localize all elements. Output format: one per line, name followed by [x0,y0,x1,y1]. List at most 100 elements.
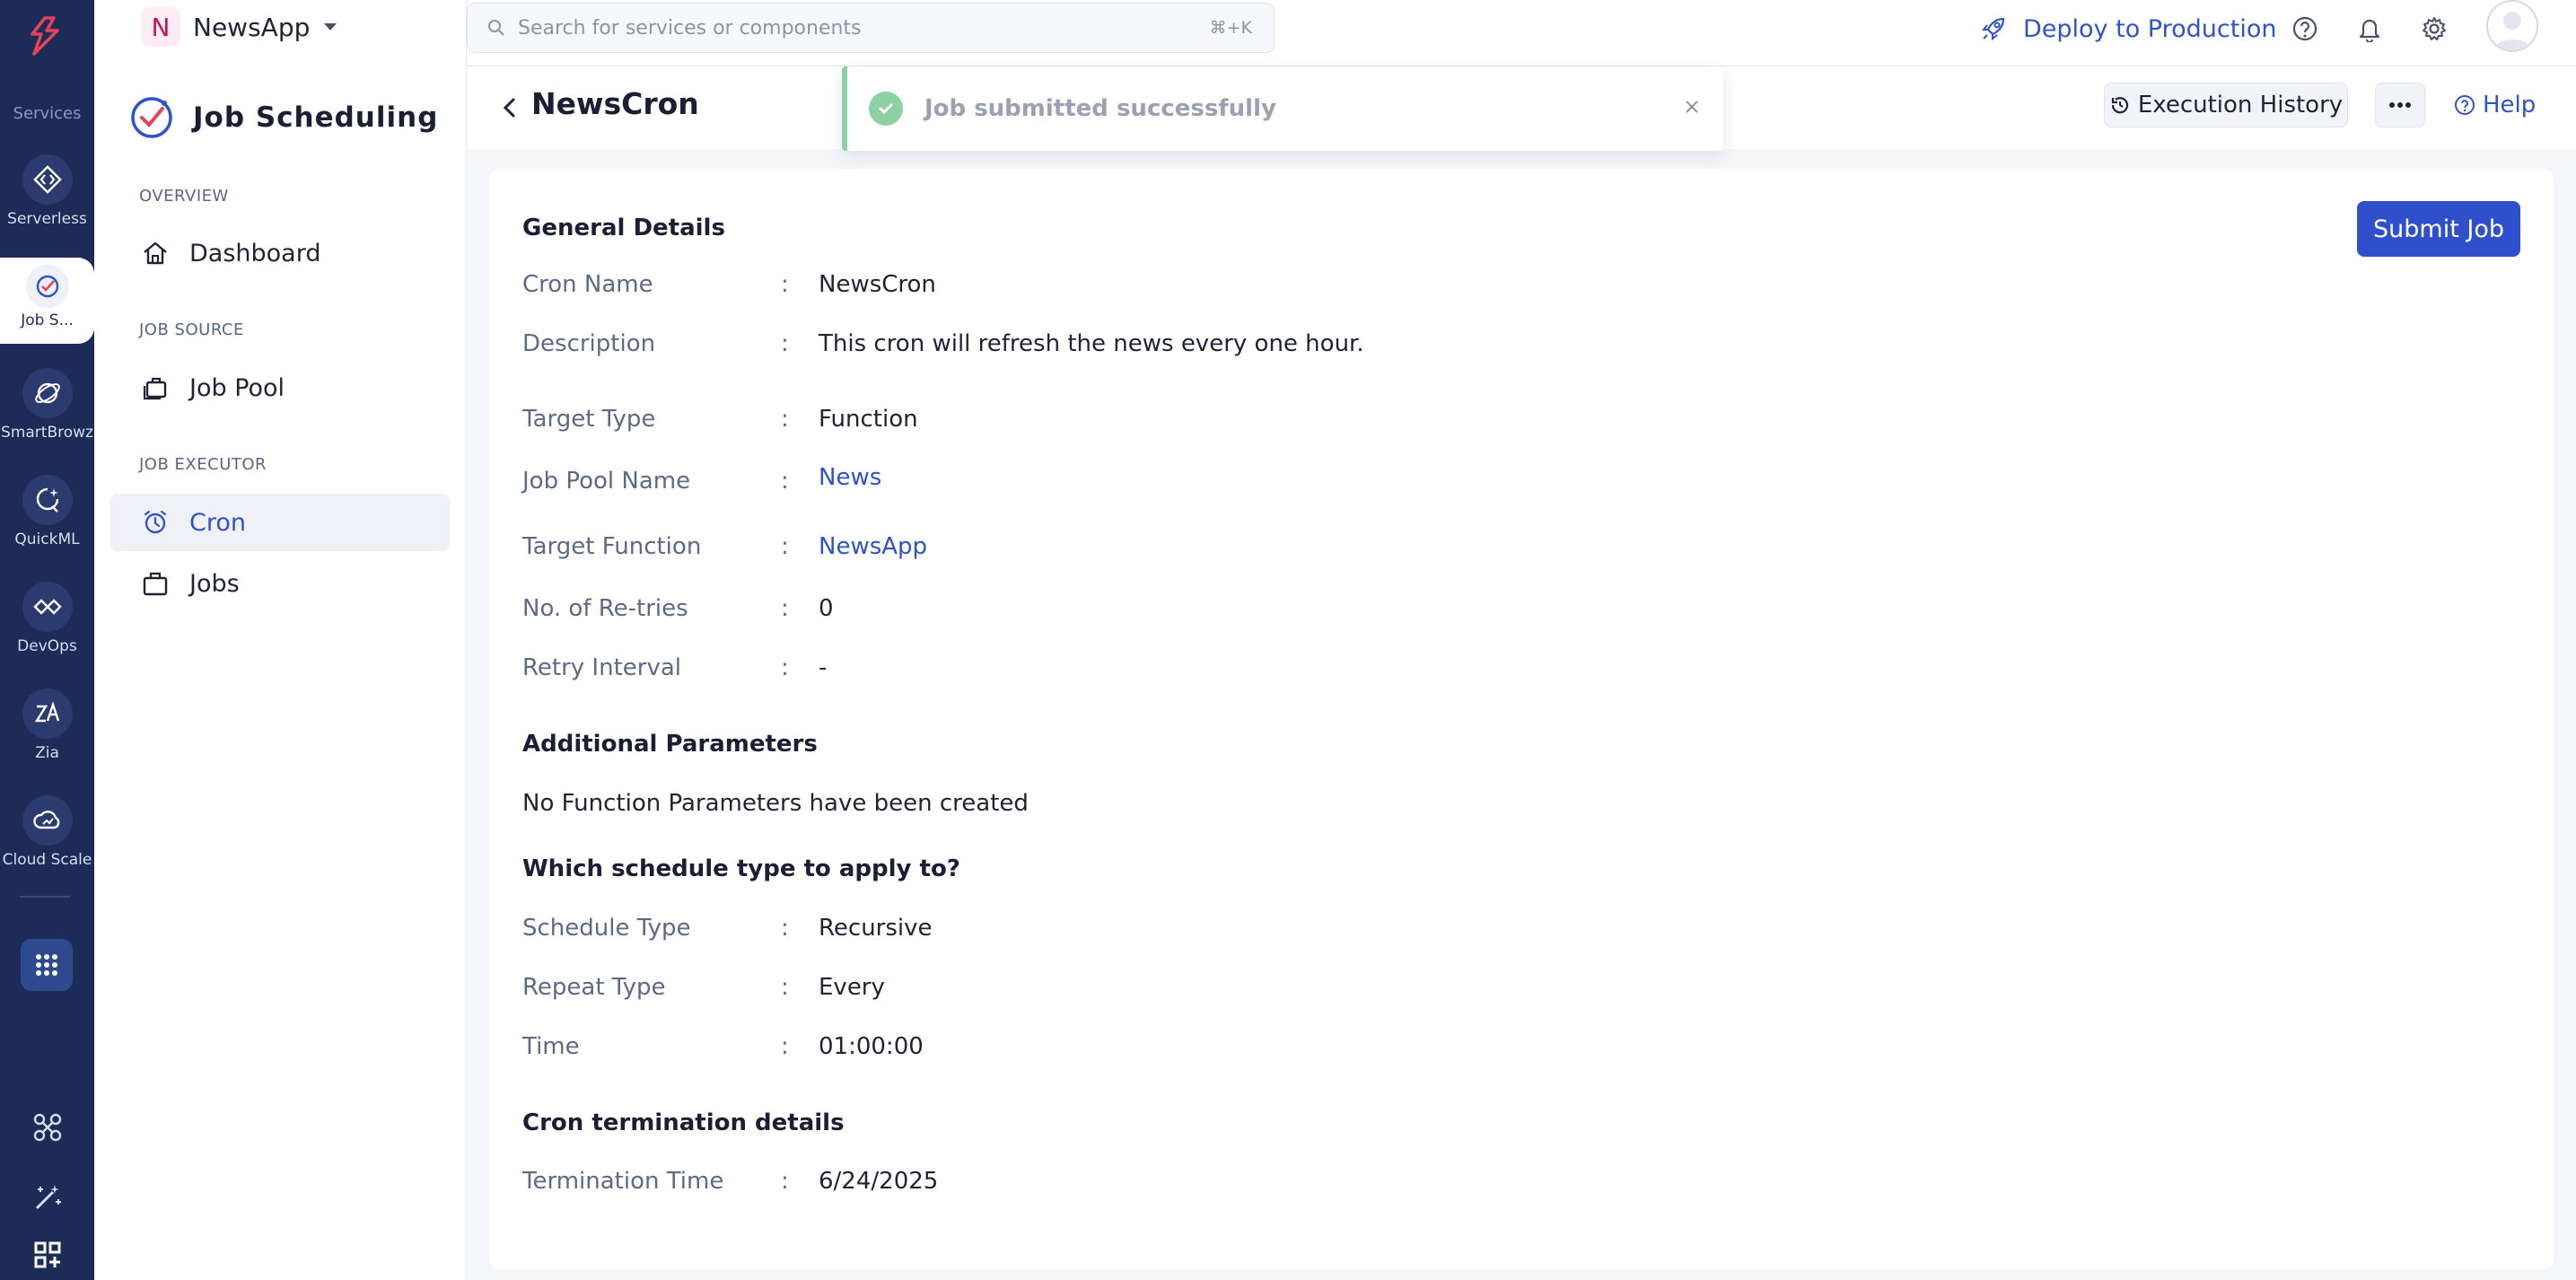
quickml-icon [22,475,73,525]
detail-value: Every [819,974,885,1001]
bell-icon[interactable] [2353,13,2386,45]
global-search-input[interactable]: Search for services or components ⌘+K [467,3,1275,53]
detail-row-time: Time : 01:00:00 [522,1033,2138,1069]
rail-item-zia[interactable]: Zia [0,688,94,787]
separator: : [781,915,789,942]
deploy-label: Deploy to Production [2023,14,2277,43]
help-link[interactable]: Help [2454,83,2536,127]
rail-label: Cloud Scale [2,851,92,869]
serverless-icon [22,154,73,205]
user-icon [2493,12,2531,50]
detail-label: Target Type [522,406,656,433]
detail-row-target-type: Target Type : Function [522,406,2138,442]
separator: : [781,330,789,357]
close-icon[interactable] [1678,93,1705,120]
rail-item-smartbrowz[interactable]: SmartBrowz [0,368,94,467]
separator: : [781,595,789,622]
section-heading-parameters: Additional Parameters [522,731,818,758]
job-scheduling-logo-icon [131,97,172,138]
service-rail: Services Serverless Job S... SmartBrowz … [0,0,94,1280]
nav-item-jobs[interactable]: Jobs [110,555,450,612]
rail-item-devops[interactable]: DevOps [0,582,94,680]
job-pool-icon [143,377,167,400]
project-switcher[interactable]: N NewsApp [141,4,338,49]
detail-label: Retry Interval [522,654,681,681]
job-scheduling-sidebar: N NewsApp Job Scheduling OVERVIEW Dashbo… [94,0,467,1280]
widgets-icon[interactable] [0,1239,94,1271]
help-label: Help [2483,92,2537,118]
section-heading-general: General Details [522,215,725,241]
execution-history-button[interactable]: Execution History [2104,83,2348,127]
search-shortcut: ⌘+K [1209,18,1252,38]
detail-row-repeat-type: Repeat Type : Every [522,974,2138,1010]
separator: : [781,654,789,681]
nav-item-cron[interactable]: Cron [110,494,450,551]
rail-label: Zia [35,744,59,762]
top-bar: Search for services or components ⌘+K De… [467,0,2576,66]
rail-label: Serverless [7,210,87,228]
magic-wand-icon[interactable] [0,1179,94,1215]
help-circle-icon[interactable] [2289,13,2321,45]
rail-item-cloud-scale[interactable]: Cloud Scale [0,795,94,894]
alarm-clock-icon [144,510,167,534]
cron-details-card: Submit Job General Details Cron Name : N… [489,169,2554,1269]
rail-label: SmartBrowz [1,424,93,442]
detail-label: Target Function [522,533,702,560]
rail-item-quickml[interactable]: QuickML [0,475,94,574]
nav-group-job-executor: JOB EXECUTOR [139,455,267,474]
service-title-text: Job Scheduling [193,101,439,134]
job-scheduling-icon [25,265,69,308]
detail-label: Schedule Type [522,915,691,942]
separator: : [781,1168,789,1195]
cloud-scale-icon [22,795,73,846]
back-chevron-icon[interactable] [495,92,522,124]
page-title: NewsCron [531,86,699,121]
detail-row-retry-interval: Retry Interval : - [522,654,2138,690]
services-label: Services [13,104,82,123]
ellipsis-icon [2389,102,2411,108]
separator: : [781,406,789,433]
detail-value: Function [819,406,918,433]
separator: : [781,533,789,560]
rail-item-job-scheduling[interactable]: Job S... [0,258,94,344]
rail-item-serverless[interactable]: Serverless [0,154,94,253]
detail-label: Description [522,330,656,357]
help-icon [2455,95,2475,115]
catalyst-logo-icon[interactable] [18,9,72,63]
user-avatar[interactable] [2486,0,2538,52]
detail-value: 01:00:00 [819,1033,924,1060]
nav-item-dashboard[interactable]: Dashboard [110,224,450,282]
search-icon [488,20,504,36]
project-badge: N [141,7,180,47]
separator: : [781,974,789,1001]
integrations-icon[interactable] [0,1109,94,1145]
nav-item-job-pool[interactable]: Job Pool [110,359,450,416]
briefcase-icon [143,572,168,596]
detail-value: - [819,654,828,681]
detail-value: 0 [819,595,834,622]
devops-icon [22,582,73,632]
toast-message: Job submitted successfully [924,95,1276,122]
smartbrowz-icon [22,368,73,418]
detail-value: Recursive [819,915,933,942]
home-icon [144,241,167,265]
nav-label: Cron [189,508,246,537]
detail-value: This cron will refresh the news every on… [819,330,1364,357]
target-function-link[interactable]: NewsApp [819,533,927,560]
job-pool-link[interactable]: News [819,464,881,491]
detail-row-description: Description : This cron will refresh the… [522,330,2138,366]
submit-job-button[interactable]: Submit Job [2357,201,2520,257]
detail-label: No. of Re-tries [522,595,688,622]
empty-parameters-text: No Function Parameters have been created [522,790,1029,817]
section-heading-termination: Cron termination details [522,1109,845,1136]
history-icon [2111,97,2128,114]
gear-icon[interactable] [2418,13,2450,45]
separator: : [781,1033,789,1060]
detail-row-schedule-type: Schedule Type : Recursive [522,915,2138,951]
search-placeholder: Search for services or components [518,16,862,39]
history-label: Execution History [2137,92,2344,118]
rail-label: Job S... [21,311,74,329]
deploy-to-production-button[interactable]: Deploy to Production [1980,9,2276,48]
apps-grid-icon[interactable] [21,939,73,991]
more-options-button[interactable] [2375,83,2425,127]
